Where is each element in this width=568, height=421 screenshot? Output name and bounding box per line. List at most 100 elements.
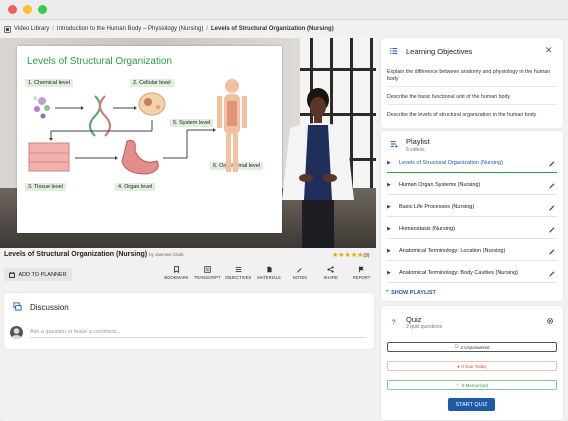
video-author: by Jasmine Clark (149, 252, 184, 257)
memorized-status[interactable]: ✓ 0 Memorized (387, 380, 557, 390)
quiz-title: Quiz (406, 315, 422, 324)
playlist-item-label: Human Organ Systems (Nursing) (399, 181, 481, 188)
rating-count: (9) (363, 253, 370, 259)
unanswered-status[interactable]: ☐ 2 Unanswered (387, 342, 557, 352)
objective-item: Describe the levels of structural organi… (387, 112, 537, 118)
title-bar (0, 0, 568, 20)
quiz-panel: ? Quiz 2 quiz questions ☐ 2 Unanswered ♦ 0… (381, 306, 563, 420)
objectives-title: Learning Objectives (406, 47, 473, 56)
discussion-panel: Discussion Ask a question or leave a com… (4, 293, 374, 349)
planner-icon (9, 271, 16, 278)
due-today-label: 0 Due Today (461, 363, 487, 369)
objectives-label: OBJECTIVES (225, 275, 252, 280)
bookmark-label: BOOKMARK (164, 275, 189, 280)
playlist-icon (390, 141, 398, 148)
notes-label: NOTES (292, 275, 308, 280)
add-to-planner-button[interactable]: ADD TO PLANNER (4, 268, 72, 281)
edit-icon[interactable] (547, 269, 557, 277)
add-to-planner-label: ADD TO PLANNER (18, 271, 67, 278)
user-avatar (10, 326, 23, 339)
objective-item: Explain the difference between anatomy a… (387, 69, 557, 87)
edit-icon[interactable] (547, 225, 557, 233)
playlist-item[interactable]: ▶ Anatomical Terminology: Body Cavities … (387, 263, 557, 283)
memorized-label: 0 Memorized (461, 382, 488, 388)
report-label: REPORT (352, 275, 371, 280)
video-title-text: Levels of Structural Organization (Nursi… (4, 251, 148, 258)
play-icon: ▶ (387, 247, 391, 254)
bookmark-icon (173, 266, 179, 273)
share-icon (327, 266, 334, 273)
checkbox-icon: ☐ (454, 344, 459, 349)
share-label: SHARE (323, 275, 338, 280)
play-icon: ▶ (387, 269, 391, 276)
playlist-item[interactable]: ▶ Homeostasis (Nursing) (387, 219, 557, 239)
breadcrumb-current: Levels of Structural Organization (Nursi… (211, 26, 334, 32)
check-icon: ✓ (456, 382, 460, 387)
rating-stars[interactable]: ★★★★★ (332, 252, 363, 259)
breadcrumb-course[interactable]: Introduction to the Human Body – Physiol… (57, 26, 203, 32)
organization-diagram (28, 79, 247, 175)
document-icon (266, 266, 272, 273)
transcript-button[interactable]: TRANSCRIPT (192, 266, 223, 286)
video-rating[interactable]: ★★★★★(9) (332, 251, 370, 259)
learning-objectives-panel: Learning Objectives ✕ Explain the differ… (381, 38, 563, 128)
lecture-slide: Levels of Structural Organization 1. Che… (17, 46, 282, 233)
list-icon (235, 266, 241, 273)
app-window: Video Library / Introduction to the Huma… (0, 0, 568, 421)
minimize-window-button[interactable] (23, 5, 32, 14)
edit-icon[interactable] (547, 159, 557, 167)
edit-icon[interactable] (547, 181, 557, 189)
due-today-status[interactable]: ♦ 0 Due Today (387, 361, 557, 371)
play-icon: ▶ (387, 225, 391, 232)
chat-icon (13, 302, 22, 311)
report-button[interactable]: REPORT (346, 266, 377, 286)
pencil-icon (297, 268, 302, 273)
notes-button[interactable]: NOTES (284, 266, 315, 286)
playlist-item-label: Levels of Structural Organization (Nursi… (399, 159, 503, 166)
edit-icon[interactable] (547, 247, 557, 255)
bookmark-button[interactable]: BOOKMARK (161, 266, 192, 286)
playlist-item-label: Anatomical Terminology: Body Cavities (N… (399, 269, 519, 276)
comment-input[interactable]: Ask a question or leave a comment... (30, 326, 366, 338)
quiz-count: 2 quiz questions (406, 324, 443, 330)
discussion-title: Discussion (30, 303, 69, 312)
playlist-item[interactable]: ▶ Anatomical Terminology: Location (Nurs… (387, 241, 557, 261)
breadcrumb: Video Library / Introduction to the Huma… (4, 22, 334, 36)
playlist-item-label: Anatomical Terminology: Location (Nursin… (399, 247, 506, 254)
alert-icon: ♦ (457, 363, 460, 369)
objectives-button[interactable]: OBJECTIVES (223, 266, 254, 286)
play-icon: ▶ (387, 159, 391, 166)
list-icon (390, 47, 398, 55)
svg-text:?: ? (392, 318, 396, 326)
breadcrumb-video-library[interactable]: Video Library (14, 26, 49, 32)
materials-button[interactable]: MATERIALS (254, 266, 285, 286)
objective-item: Describe the basic functional unit of th… (387, 94, 557, 105)
video-title: Levels of Structural Organization (Nursi… (4, 251, 184, 258)
video-actions-bar: BOOKMARK TRANSCRIPT OBJECTIVES MATERIALS… (161, 266, 377, 286)
play-icon: ▶ (387, 203, 391, 210)
playlist-title: Playlist (406, 137, 430, 146)
close-icon[interactable]: ✕ (545, 45, 553, 56)
start-quiz-button[interactable]: START QUIZ (448, 398, 495, 411)
video-library-icon (4, 25, 11, 33)
close-window-button[interactable] (8, 5, 17, 14)
show-playlist-button[interactable]: ⌃ SHOW PLAYLIST (385, 290, 436, 296)
flag-icon (359, 266, 364, 273)
edit-icon[interactable] (547, 203, 557, 211)
playlist-item[interactable]: ▶ Human Organ Systems (Nursing) (387, 175, 557, 195)
playlist-item[interactable]: ▶ Basic Life Processes (Nursing) (387, 197, 557, 217)
playlist-item[interactable]: ▶ Levels of Structural Organization (Nur… (387, 153, 557, 173)
unanswered-label: 2 Unanswered (460, 344, 490, 350)
show-playlist-label: SHOW PLAYLIST (391, 290, 436, 296)
materials-label: MATERIALS (257, 275, 281, 280)
playlist-panel: Playlist 8 videos ▶ Levels of Structural… (381, 131, 563, 301)
presenter-video (282, 88, 354, 248)
video-player[interactable]: Levels of Structural Organization 1. Che… (0, 38, 376, 248)
transcript-icon (204, 266, 211, 273)
maximize-window-button[interactable] (38, 5, 47, 14)
share-button[interactable]: SHARE (315, 266, 346, 286)
question-icon: ? (392, 318, 396, 326)
playlist-item-label: Basic Life Processes (Nursing) (399, 203, 475, 210)
playlist-item-label: Homeostasis (Nursing) (399, 225, 455, 232)
gear-icon[interactable] (546, 317, 554, 325)
